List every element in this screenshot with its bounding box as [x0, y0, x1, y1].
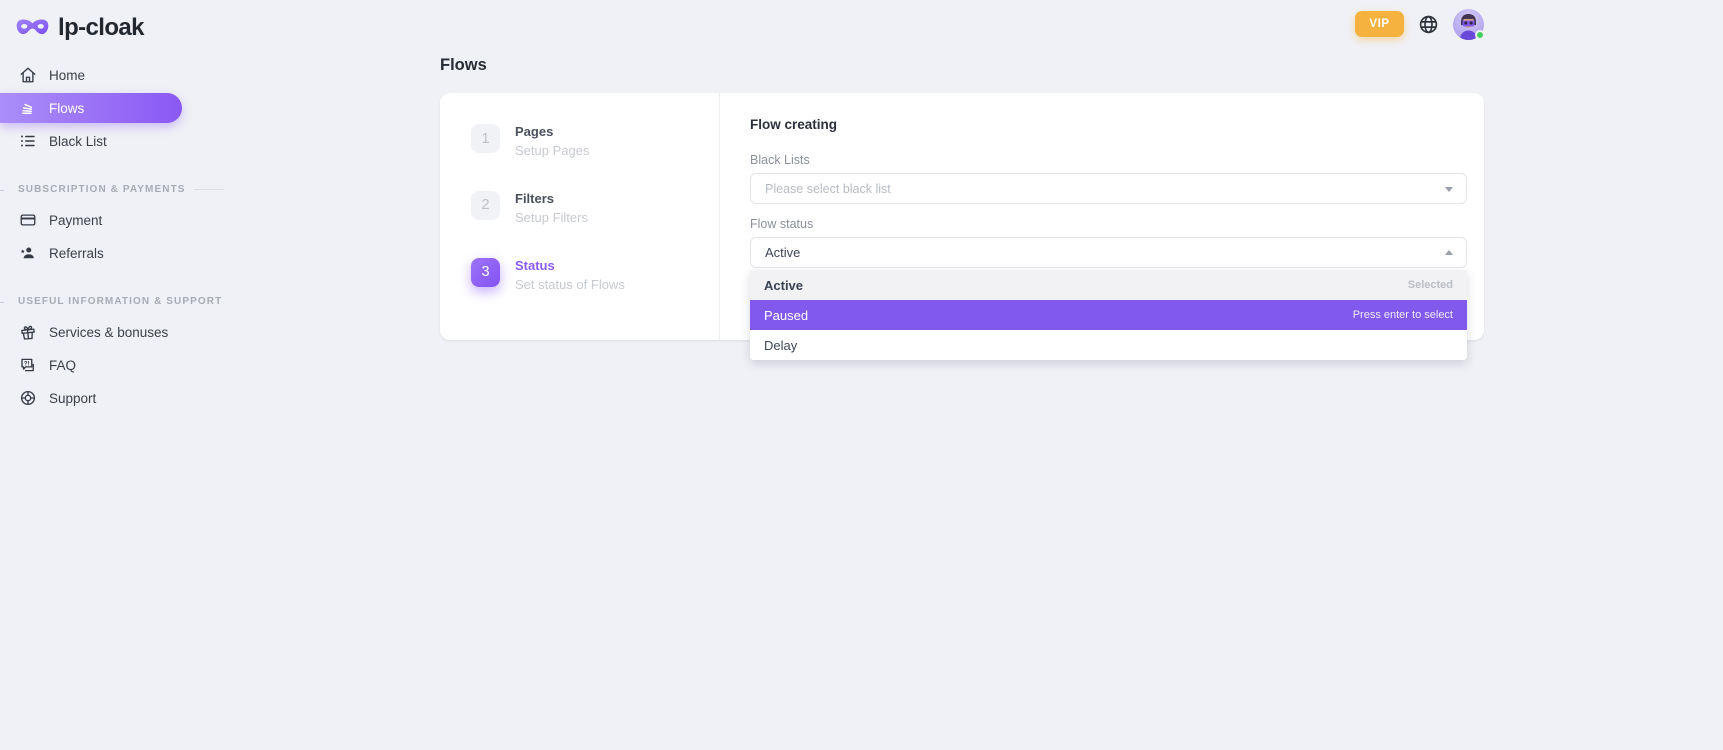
sidebar-item-label: Flows — [49, 101, 84, 116]
section-divider — [194, 189, 224, 190]
option-delay[interactable]: Delay — [750, 330, 1467, 360]
step-title: Filters — [515, 191, 588, 207]
list-icon — [18, 132, 37, 151]
sidebar-item-payment[interactable]: Payment — [0, 205, 182, 235]
sidebar-nav: Home Flows Black List SUBSCRIPTION & PAY… — [0, 60, 182, 413]
black-lists-select[interactable]: Please select black list — [750, 173, 1467, 204]
flow-status-dropdown: Active Selected Paused Press enter to se… — [750, 270, 1467, 360]
sidebar-item-services-bonuses[interactable]: Services & bonuses — [0, 317, 182, 347]
option-hint: Press enter to select — [1353, 309, 1453, 321]
option-hint: Selected — [1408, 279, 1453, 291]
step-number-badge: 3 — [471, 258, 500, 287]
gift-icon — [18, 323, 37, 342]
step-filters[interactable]: 2 Filters Setup Filters — [471, 191, 719, 225]
sidebar-item-label: Home — [49, 68, 85, 83]
chevron-down-icon — [1445, 187, 1453, 192]
mask-icon — [16, 17, 49, 39]
option-label: Active — [764, 278, 803, 293]
sidebar-item-label: Services & bonuses — [49, 325, 168, 340]
option-label: Delay — [764, 338, 797, 353]
section-subscription-payments: SUBSCRIPTION & PAYMENTS — [0, 184, 182, 195]
step-subtitle: Setup Pages — [515, 143, 589, 158]
referral-user-icon — [18, 244, 37, 263]
lifebuoy-icon — [18, 389, 37, 408]
page-title: Flows — [440, 56, 1484, 75]
main-content: Flows 1 Pages Setup Pages 2 Filters Setu… — [440, 0, 1484, 340]
sidebar-item-label: Referrals — [49, 246, 104, 261]
sidebar-item-label: FAQ — [49, 358, 76, 373]
step-status[interactable]: 3 Status Set status of Flows — [471, 258, 719, 292]
sidebar-item-flows[interactable]: Flows — [0, 93, 182, 123]
step-number-badge: 2 — [471, 191, 500, 220]
home-icon — [18, 66, 37, 85]
flow-wizard-card: 1 Pages Setup Pages 2 Filters Setup Filt… — [440, 93, 1484, 340]
credit-card-icon — [18, 211, 37, 230]
form-heading: Flow creating — [750, 117, 1467, 132]
sidebar-item-faq[interactable]: ?! FAQ — [0, 350, 182, 380]
app-logo[interactable]: lp-cloak — [0, 0, 182, 44]
black-lists-placeholder: Please select black list — [765, 182, 891, 196]
step-title: Pages — [515, 124, 589, 140]
sidebar-item-label: Payment — [49, 213, 102, 228]
flow-creating-panel: Flow creating Black Lists Please select … — [720, 93, 1484, 340]
sidebar-item-support[interactable]: Support — [0, 383, 182, 413]
chevron-up-icon — [1445, 250, 1453, 255]
step-title: Status — [515, 258, 625, 274]
flow-status-select[interactable]: Active — [750, 237, 1467, 268]
sidebar-item-black-list[interactable]: Black List — [0, 126, 182, 156]
option-paused[interactable]: Paused Press enter to select — [750, 300, 1467, 330]
sidebar-item-label: Support — [49, 391, 96, 406]
option-label: Paused — [764, 308, 808, 323]
step-subtitle: Setup Filters — [515, 210, 588, 225]
sidebar: lp-cloak Home Flows Black List SUBSCRIPT… — [0, 0, 182, 750]
flow-status-label: Flow status — [750, 217, 1467, 231]
svg-text:?!: ?! — [23, 361, 29, 367]
black-lists-field: Black Lists Please select black list — [750, 153, 1467, 204]
flow-status-field: Flow status Active Active Selected Pause… — [750, 217, 1467, 268]
step-subtitle: Set status of Flows — [515, 277, 625, 292]
sidebar-item-home[interactable]: Home — [0, 60, 182, 90]
option-active[interactable]: Active Selected — [750, 270, 1467, 300]
black-lists-label: Black Lists — [750, 153, 1467, 167]
flow-status-value: Active — [765, 245, 800, 260]
step-number-badge: 1 — [471, 124, 500, 153]
step-pages[interactable]: 1 Pages Setup Pages — [471, 124, 719, 158]
sidebar-item-label: Black List — [49, 134, 107, 149]
flows-stack-icon — [18, 99, 37, 118]
wizard-steps-panel: 1 Pages Setup Pages 2 Filters Setup Filt… — [440, 93, 720, 340]
app-name: lp-cloak — [58, 14, 144, 42]
faq-bubble-icon: ?! — [18, 356, 37, 375]
section-useful-info-support: USEFUL INFORMATION & SUPPORT — [0, 296, 182, 307]
sidebar-item-referrals[interactable]: Referrals — [0, 238, 182, 268]
